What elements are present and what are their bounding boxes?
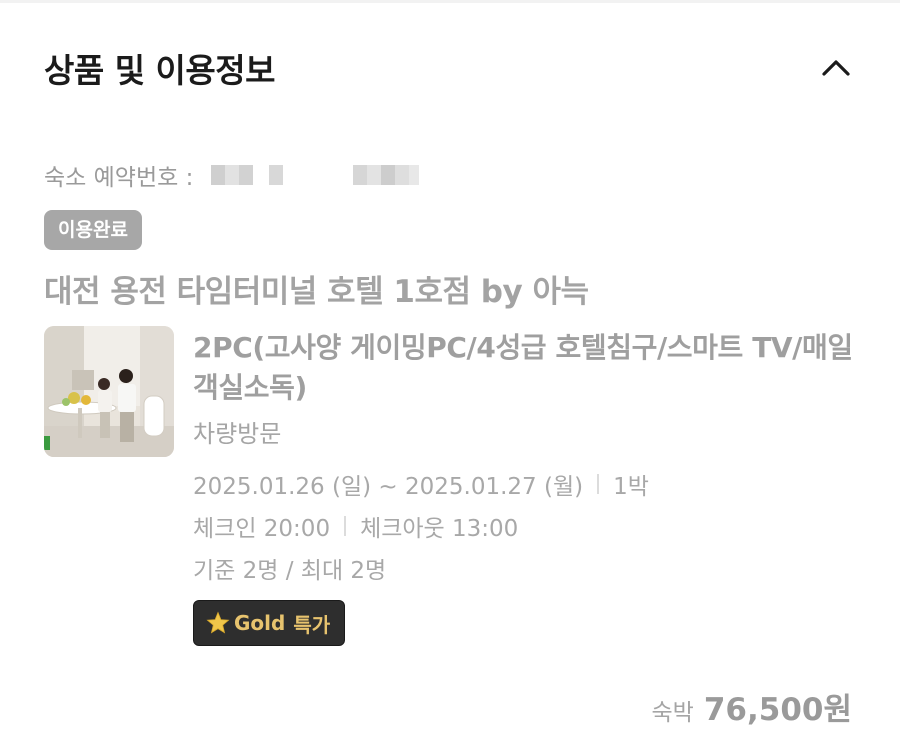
- stay-nights: 1박: [613, 474, 649, 500]
- room-thumbnail[interactable]: [44, 326, 174, 457]
- reservation-number-row: 숙소 예약번호 :: [44, 158, 420, 192]
- gold-label: Gold: [234, 611, 286, 635]
- occupancy: 기준 2명 / 최대 2명: [193, 558, 387, 584]
- star-icon: [206, 611, 230, 634]
- occupancy-row: 기준 2명 / 최대 2명: [193, 551, 386, 585]
- reservation-number-redacted-2: [353, 165, 420, 185]
- chevron-up-icon: [822, 60, 850, 76]
- reservation-number-redacted: [211, 165, 284, 185]
- deal-tag: 특가: [293, 612, 331, 637]
- top-divider: [0, 0, 900, 3]
- hotel-name[interactable]: 대전 용전 타임터미널 호텔 1호점 by 아늑: [44, 266, 589, 311]
- room-name: 2PC(고사양 게이밍PC/4성급 호텔침구/스마트 TV/매일 객실소독): [193, 331, 853, 404]
- stay-dates: 2025.01.26 (일) ~ 2025.01.27 (월): [193, 474, 584, 500]
- status-badge: 이용완료: [44, 210, 142, 250]
- checkin-time: 체크인 20:00: [193, 516, 331, 542]
- checkout-time: 체크아웃 13:00: [360, 516, 519, 542]
- price-label: 숙박: [651, 700, 694, 726]
- collapse-button[interactable]: [812, 46, 860, 90]
- visit-type: 차량방문: [193, 420, 282, 448]
- section-title: 상품 및 이용정보: [44, 51, 276, 90]
- divider: [344, 516, 347, 536]
- room-photo: [44, 326, 174, 457]
- divider: [597, 474, 600, 494]
- reservation-label: 숙소 예약번호 :: [44, 165, 194, 191]
- gold-deal-badge: Gold 특가: [193, 600, 346, 646]
- check-times-row: 체크인 20:00 체크아웃 13:00: [193, 509, 518, 543]
- price-value: 76,500원: [703, 692, 852, 728]
- stay-dates-row: 2025.01.26 (일) ~ 2025.01.27 (월) 1박: [193, 467, 649, 501]
- price-row: 숙박 76,500원: [652, 684, 852, 729]
